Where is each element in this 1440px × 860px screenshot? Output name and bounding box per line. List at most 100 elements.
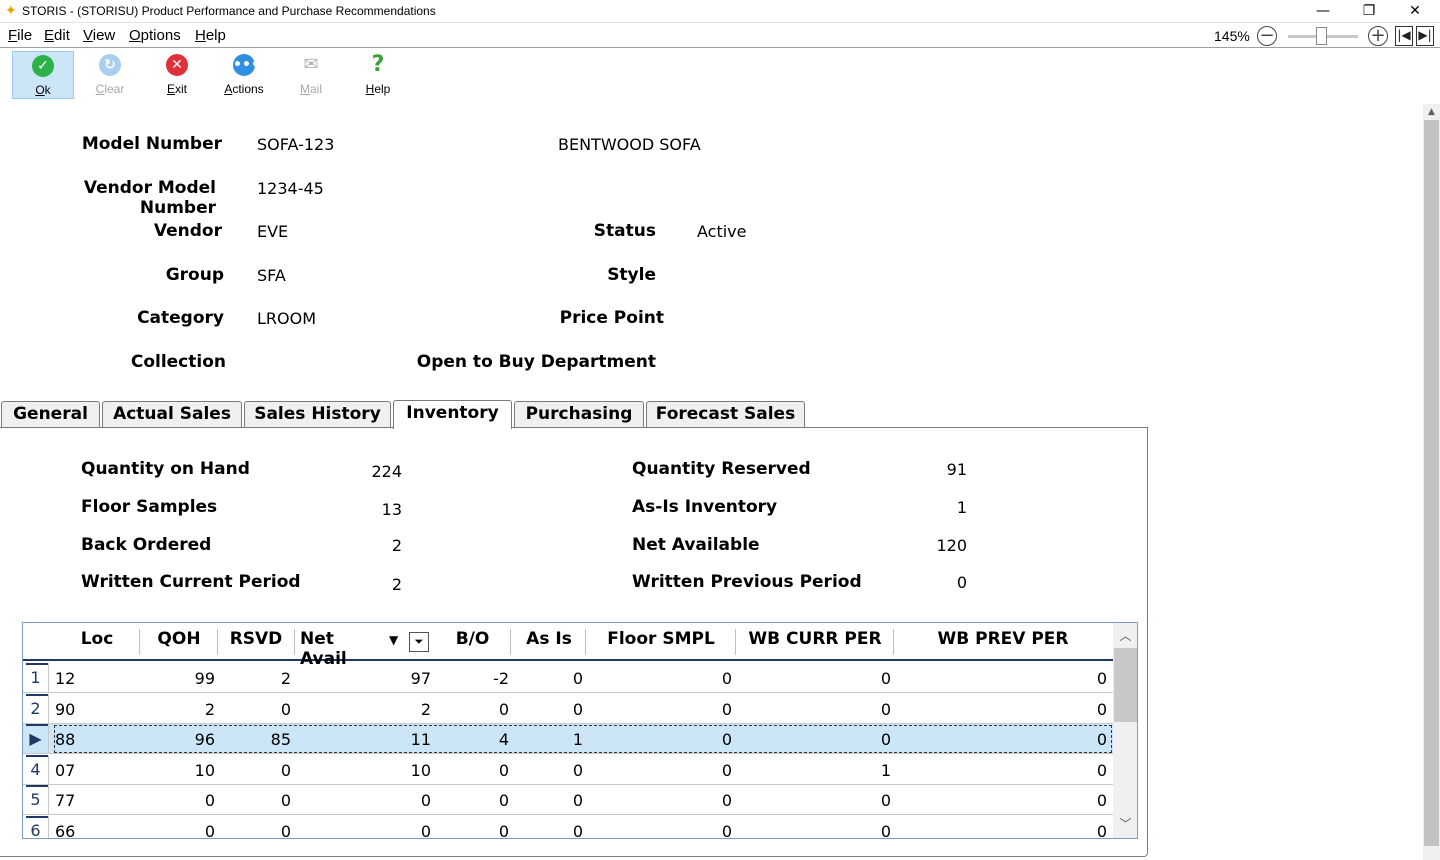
- model-number-value: SOFA-123: [257, 135, 335, 154]
- tab-general[interactable]: General: [1, 401, 100, 428]
- main-scroll-thumb[interactable]: [1424, 120, 1439, 846]
- row-number[interactable]: 5: [23, 785, 49, 815]
- main-scrollbar[interactable]: ▲: [1423, 104, 1440, 860]
- tab-forecast-sales[interactable]: Forecast Sales: [646, 401, 805, 428]
- col-loc[interactable]: Loc: [67, 629, 127, 649]
- grid-cell-net-avail: 2: [420, 699, 431, 719]
- row-number[interactable]: 2: [23, 693, 49, 724]
- grid-cell-loc: 66: [55, 821, 76, 839]
- clear-button[interactable]: ↻ Clear: [79, 51, 141, 99]
- row-marker: [26, 754, 48, 757]
- inventory-grid[interactable]: Loc QOH RSVD Net Avail ▼ ⏷ B/O As Is Flo…: [22, 622, 1138, 839]
- floor-samples-value: 13: [381, 500, 402, 519]
- col-wb-curr-per[interactable]: WB CURR PER: [737, 629, 893, 649]
- menu-help[interactable]: Help: [195, 27, 226, 44]
- model-description: BENTWOOD SOFA: [558, 135, 701, 154]
- col-qoh[interactable]: QOH: [149, 629, 209, 649]
- zoom-in-icon[interactable]: +: [1368, 26, 1388, 46]
- table-row[interactable]: 6 66 0 0 0 0 0 0 0 0: [23, 815, 1113, 839]
- grid-cell-qoh: 96: [194, 730, 215, 749]
- reserved-value: 91: [946, 460, 967, 479]
- row-number[interactable]: 4: [23, 754, 49, 785]
- price-point-label: Price Point: [559, 308, 664, 328]
- window-title: STORIS - (STORISU) Product Performance a…: [22, 4, 436, 18]
- table-row[interactable]: ▶ 88 96 85 11 4 1 0 0 0: [23, 724, 1113, 754]
- zoom-slider-thumb[interactable]: [1316, 27, 1327, 45]
- menu-options[interactable]: Options: [129, 27, 181, 44]
- zoom-level: 145%: [1214, 28, 1250, 44]
- row-marker: [26, 785, 48, 787]
- grid-cell-wb-curr-per: 0: [880, 821, 891, 839]
- refresh-icon: ↻: [99, 54, 121, 76]
- menu-edit[interactable]: Edit: [44, 27, 70, 44]
- mail-button[interactable]: ✉ Mail: [280, 51, 342, 99]
- col-bo[interactable]: B/O: [435, 629, 510, 649]
- sort-desc-icon[interactable]: ▼: [389, 633, 398, 647]
- grid-cell-loc: 07: [55, 760, 76, 780]
- grid-cell-floor-smpl: 0: [721, 760, 732, 780]
- menu-view[interactable]: View: [83, 27, 115, 44]
- storis-logo-icon: ✦: [5, 3, 17, 19]
- restore-button[interactable]: ❐: [1346, 0, 1392, 23]
- help-button[interactable]: ? Help: [347, 51, 409, 99]
- written-previous-label: Written Previous Period: [632, 572, 862, 592]
- grid-cell-b-o: 0: [498, 760, 509, 780]
- filter-icon[interactable]: ⏷: [409, 632, 429, 652]
- grid-cell-wb-curr-per: 1: [880, 760, 891, 780]
- menu-file[interactable]: File: [8, 27, 32, 44]
- grid-cell-as-is: 0: [572, 821, 583, 839]
- grid-cell-wb-prev-per: 0: [1096, 669, 1107, 688]
- grid-cell-qoh: 10: [194, 760, 215, 780]
- row-number[interactable]: ▶: [23, 724, 49, 754]
- close-button[interactable]: ✕: [1392, 0, 1438, 23]
- grid-cell-as-is: 0: [572, 699, 583, 719]
- grid-cell-as-is: 0: [572, 791, 583, 810]
- qoh-label: Quantity on Hand: [81, 459, 250, 479]
- actions-button[interactable]: ••• Actions: [213, 51, 275, 99]
- last-record-icon[interactable]: ▶|: [1416, 26, 1434, 46]
- asis-inventory-label: As-Is Inventory: [632, 497, 778, 517]
- row-marker: [26, 693, 48, 696]
- grid-cell-loc: 77: [55, 791, 76, 810]
- table-row[interactable]: 1 12 99 2 97 -2 0 0 0 0: [23, 663, 1113, 693]
- back-ordered-label: Back Ordered: [81, 535, 212, 555]
- tab-sales-history[interactable]: Sales History: [244, 401, 391, 428]
- table-row[interactable]: 4 07 10 0 10 0 0 0 1 0: [23, 754, 1113, 785]
- grid-cell-b-o: 4: [498, 730, 509, 749]
- grid-cell-wb-prev-per: 0: [1096, 821, 1107, 839]
- grid-scrollbar[interactable]: ︿ ﹀: [1113, 623, 1137, 838]
- minimize-button[interactable]: —: [1300, 0, 1346, 23]
- grid-scroll-up-icon[interactable]: ︿: [1113, 627, 1137, 644]
- grid-scroll-down-icon[interactable]: ﹀: [1113, 815, 1137, 832]
- row-number[interactable]: 6: [23, 815, 49, 838]
- col-wb-prev-per[interactable]: WB PREV PER: [895, 629, 1111, 649]
- col-as-is[interactable]: As Is: [513, 629, 585, 649]
- grid-cell-b-o: 0: [498, 699, 509, 719]
- tab-actual-sales[interactable]: Actual Sales: [102, 401, 242, 428]
- grid-cell-net-avail: 10: [410, 760, 431, 780]
- first-record-icon[interactable]: |◀: [1395, 26, 1413, 46]
- col-floor-smpl[interactable]: Floor SMPL: [589, 629, 733, 649]
- grid-cell-wb-curr-per: 0: [880, 730, 891, 749]
- row-marker: [26, 724, 48, 726]
- tab-purchasing[interactable]: Purchasing: [514, 401, 644, 428]
- grid-cell-floor-smpl: 0: [721, 699, 732, 719]
- zoom-out-icon[interactable]: −: [1257, 26, 1277, 46]
- scroll-up-icon[interactable]: ▲: [1423, 104, 1440, 120]
- group-label: Group: [165, 265, 224, 285]
- col-rsvd[interactable]: RSVD: [223, 629, 289, 649]
- qoh-value: 224: [371, 462, 402, 481]
- row-number[interactable]: 1: [23, 663, 49, 693]
- ok-button[interactable]: ✓ Ok: [12, 51, 74, 99]
- collection-label: Collection: [130, 352, 226, 372]
- table-row[interactable]: 2 90 2 0 2 0 0 0 0 0: [23, 693, 1113, 724]
- grid-cell-qoh: 99: [194, 669, 215, 688]
- category-value: LROOM: [257, 309, 317, 328]
- vendor-value: EVE: [257, 222, 289, 241]
- net-available-value: 120: [936, 536, 967, 555]
- tab-inventory[interactable]: Inventory: [393, 400, 512, 429]
- exit-button[interactable]: ✕ Exit: [146, 51, 208, 99]
- grid-cell-as-is: 0: [572, 760, 583, 780]
- grid-scroll-thumb[interactable]: [1114, 648, 1137, 722]
- table-row[interactable]: 5 77 0 0 0 0 0 0 0 0: [23, 785, 1113, 815]
